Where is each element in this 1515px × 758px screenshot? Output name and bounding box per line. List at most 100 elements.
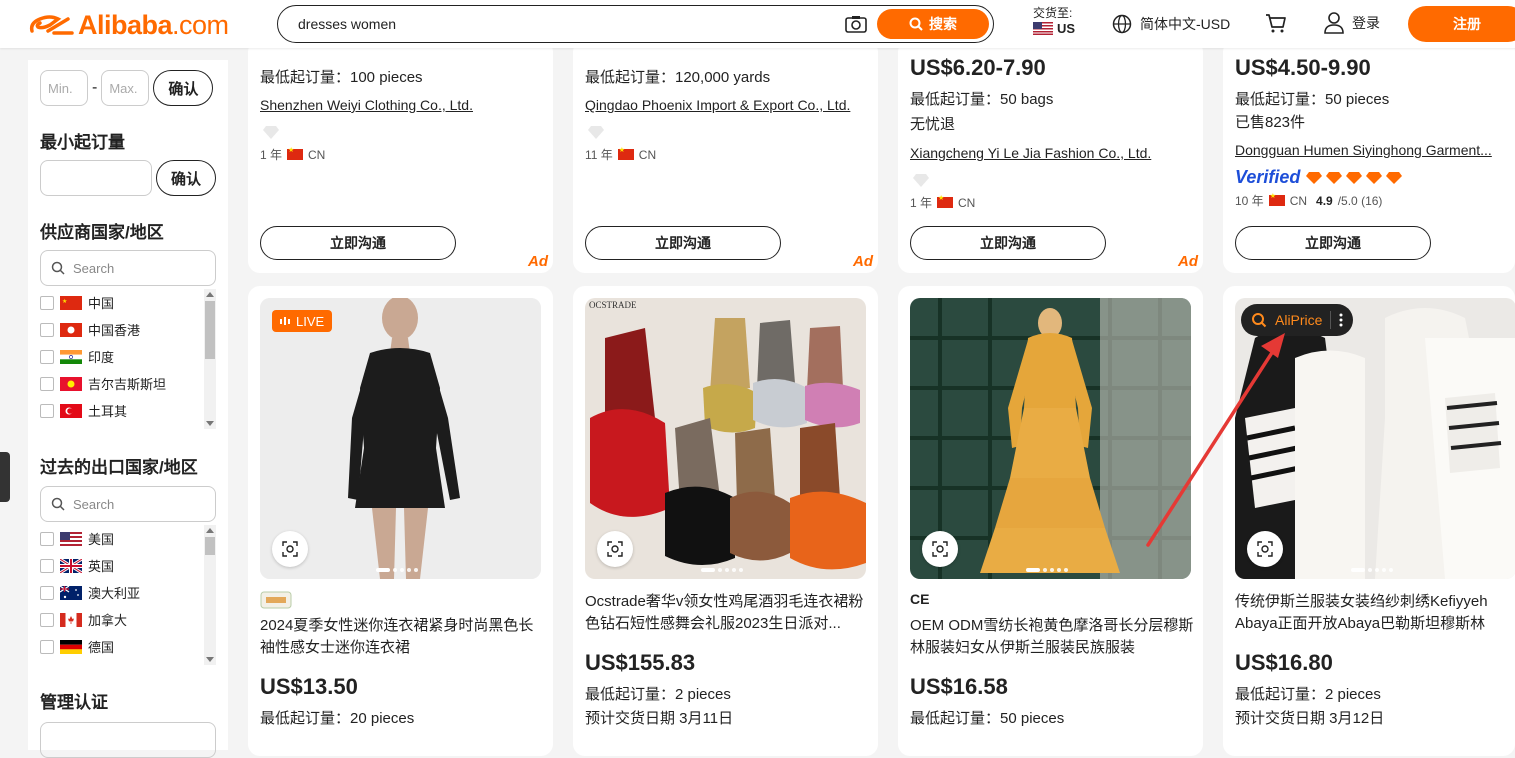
country-item[interactable]: 德国 xyxy=(40,633,216,660)
product-card[interactable]: LIVE 2024夏季女性迷你连衣裙紧身时尚黑色长袖性感女士迷你连衣裙 US$1… xyxy=(248,286,553,756)
side-panel-tab[interactable] xyxy=(0,452,10,502)
sold-count-text: 已售823件 xyxy=(1235,114,1306,131)
country-item[interactable]: 吉尔吉斯斯坦 xyxy=(40,370,216,397)
supplier-link[interactable]: Shenzhen Weiyi Clothing Co., Ltd. xyxy=(260,97,540,113)
register-button[interactable]: 注册 xyxy=(1408,6,1515,42)
watermark-text: OCSTRADE xyxy=(589,300,637,310)
checkbox[interactable] xyxy=(40,639,54,654)
carousel-dots[interactable] xyxy=(376,568,418,572)
search-icon xyxy=(51,261,65,275)
checkbox[interactable] xyxy=(40,376,54,391)
uk-flag-icon xyxy=(60,558,82,573)
moq-text: 最低起订量：2 pieces xyxy=(1235,686,1381,703)
germany-flag-icon xyxy=(60,639,82,654)
country-item[interactable]: 土耳其 xyxy=(40,397,216,424)
product-card[interactable]: OCSTRADE Ocstrade奢华v领女性鸡尾酒羽毛连衣裙粉色钻石短性感舞会… xyxy=(573,286,878,756)
price-text: US$13.50 xyxy=(260,674,358,699)
certification-search[interactable] xyxy=(40,722,216,758)
price-text: US$4.50-9.90 xyxy=(1235,55,1371,80)
supplier-list-scrollbar[interactable] xyxy=(204,289,216,429)
login-link[interactable]: 登录 xyxy=(1324,12,1380,34)
return-policy-text: 无忧退 xyxy=(910,116,956,133)
image-search-button[interactable] xyxy=(272,531,308,567)
china-flag-icon xyxy=(1268,192,1285,206)
chat-now-button[interactable]: 立即沟通 xyxy=(1235,226,1431,260)
price-confirm-button[interactable]: 确认 xyxy=(153,70,214,106)
supplier-link[interactable]: Dongguan Humen Siyinghong Garment... xyxy=(1235,142,1507,158)
product-card[interactable]: 最低起订量：100 pieces Shenzhen Weiyi Clothing… xyxy=(248,40,553,273)
hong-kong-flag-icon xyxy=(60,322,82,337)
diamond-icon xyxy=(913,174,929,187)
china-flag-icon: ★ xyxy=(60,295,82,310)
checkbox[interactable] xyxy=(40,531,54,546)
country-item[interactable]: 印度 xyxy=(40,343,216,370)
lens-search-icon xyxy=(282,541,298,557)
product-title[interactable]: Ocstrade奢华v领女性鸡尾酒羽毛连衣裙粉色钻石短性感舞会礼服2023生日派… xyxy=(585,591,869,635)
search-input[interactable] xyxy=(298,16,818,32)
us-flag-icon xyxy=(1033,22,1053,35)
country-item[interactable]: 澳大利亚 xyxy=(40,579,216,606)
supplier-link[interactable]: Qingdao Phoenix Import & Export Co., Ltd… xyxy=(585,97,870,113)
top-header: Alibaba.com 搜索 交货至: US xyxy=(0,0,1515,48)
product-card[interactable]: US$6.20-7.90 最低起订量：50 bags 无忧退 Xiangchen… xyxy=(898,40,1203,273)
image-search-button[interactable] xyxy=(922,531,958,567)
export-list-scrollbar[interactable] xyxy=(204,525,216,665)
checkbox[interactable] xyxy=(40,349,54,364)
product-title[interactable]: 2024夏季女性迷你连衣裙紧身时尚黑色长袖性感女士迷你连衣裙 xyxy=(260,615,544,659)
checkbox[interactable] xyxy=(40,295,54,310)
product-image[interactable]: LIVE xyxy=(260,298,541,579)
carousel-dots[interactable] xyxy=(1351,568,1393,572)
image-search-button[interactable] xyxy=(597,531,633,567)
supplier-region-search[interactable]: Search xyxy=(40,250,216,286)
moq-text: 最低起订量：100 pieces xyxy=(260,69,423,86)
china-flag-icon xyxy=(287,146,304,160)
moq-text: 最低起订量：50 pieces xyxy=(910,710,1065,727)
product-card[interactable]: 最低起订量：120,000 yards Qingdao Phoenix Impo… xyxy=(573,40,878,273)
chat-now-button[interactable]: 立即沟通 xyxy=(585,226,781,260)
search-button[interactable]: 搜索 xyxy=(877,9,989,39)
price-min-input[interactable]: Min. xyxy=(40,70,88,106)
more-vertical-icon[interactable] xyxy=(1339,313,1343,327)
country-item[interactable]: 美国 xyxy=(40,525,216,552)
alibaba-logo[interactable]: Alibaba.com xyxy=(28,10,229,40)
product-title[interactable]: 传统伊斯兰服装女装绉纱刺绣Kefiyyeh Abaya正面开放Abaya巴勒斯坦… xyxy=(1235,591,1510,635)
verified-badge: Verified xyxy=(1235,167,1301,187)
chat-now-button[interactable]: 立即沟通 xyxy=(260,226,456,260)
lens-search-icon xyxy=(607,541,623,557)
supplier-meta: 1 年CN xyxy=(910,194,975,211)
kyrgyzstan-flag-icon xyxy=(60,376,82,391)
delivery-date-text: 预计交货日期 3月12日 xyxy=(1235,710,1385,727)
checkbox[interactable] xyxy=(40,403,54,418)
checkbox[interactable] xyxy=(40,322,54,337)
moq-input[interactable] xyxy=(40,160,152,196)
language-selector[interactable]: 简体中文-USD xyxy=(1112,14,1230,34)
carousel-dots[interactable] xyxy=(701,568,743,572)
supplier-meta: 10 年CN 4.9/5.0 (16) xyxy=(1235,192,1382,209)
search-icon xyxy=(909,17,923,31)
price-max-input[interactable]: Max. xyxy=(101,70,150,106)
verified-row: Verified xyxy=(1235,167,1406,188)
product-image[interactable]: OCSTRADE xyxy=(585,298,866,579)
country-item[interactable]: 英国 xyxy=(40,552,216,579)
alibaba-logo-icon xyxy=(29,15,74,35)
moq-confirm-button[interactable]: 确认 xyxy=(156,160,216,196)
supplier-link[interactable]: Xiangcheng Yi Le Jia Fashion Co., Ltd. xyxy=(910,145,1190,161)
country-item[interactable]: 中国香港 xyxy=(40,316,216,343)
checkbox[interactable] xyxy=(40,558,54,573)
country-item[interactable]: 加拿大 xyxy=(40,606,216,633)
cart-icon[interactable] xyxy=(1265,12,1287,34)
ce-badge: CE xyxy=(910,591,930,607)
price-text: US$155.83 xyxy=(585,650,696,675)
product-card[interactable]: US$4.50-9.90 最低起订量：50 pieces 已售823件 Dong… xyxy=(1223,40,1515,273)
supplier-meta: 11 年CN xyxy=(585,146,656,163)
carousel-dots[interactable] xyxy=(1026,568,1068,572)
checkbox[interactable] xyxy=(40,585,54,600)
checkbox[interactable] xyxy=(40,612,54,627)
export-region-search[interactable]: Search xyxy=(40,486,216,522)
deliver-to[interactable]: 交货至: US xyxy=(1033,6,1075,36)
chat-now-button[interactable]: 立即沟通 xyxy=(910,226,1106,260)
globe-icon xyxy=(1112,14,1132,34)
product-title[interactable]: OEM ODM雪纺长袍黄色摩洛哥长分层穆斯林服装妇女从伊斯兰服装民族服装 xyxy=(910,615,1194,659)
camera-icon[interactable] xyxy=(845,15,867,33)
country-item[interactable]: ★ 中国 xyxy=(40,289,216,316)
